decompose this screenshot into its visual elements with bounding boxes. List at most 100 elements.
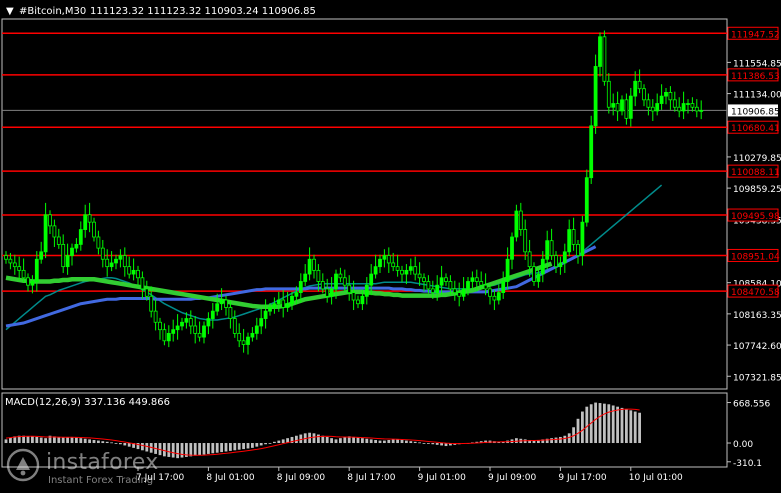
candle-body [8, 258, 13, 264]
candle-body [672, 99, 677, 108]
macd-histogram-bar [70, 436, 74, 444]
candle-body [540, 258, 545, 275]
macd-histogram-bar [620, 407, 624, 444]
candle-body [527, 251, 532, 268]
candle-body [408, 266, 413, 271]
macd-histogram-bar [638, 412, 641, 444]
candle-body [294, 292, 299, 297]
macd-histogram-bar [585, 406, 589, 444]
macd-histogram-bar [255, 443, 259, 447]
candle-body [12, 262, 17, 268]
trading-chart[interactable]: 111554.85 111134.00 110279.85 109859.25 1094… [0, 0, 781, 489]
macd-histogram-bar [97, 440, 100, 444]
candle-body [92, 221, 96, 238]
level-price-label: 108951.04 [731, 252, 780, 262]
candle-body [681, 103, 686, 112]
candle-body [655, 103, 660, 112]
macd-histogram-bar [383, 440, 386, 444]
macd-histogram-bar [61, 437, 65, 444]
macd-histogram-bar [317, 434, 320, 444]
candle-body [21, 269, 26, 279]
candle-body [426, 281, 431, 290]
candle-body [210, 310, 215, 319]
candle-body [307, 258, 312, 275]
macd-histogram-bar [281, 439, 285, 444]
candle-body [105, 258, 110, 268]
candle-body [505, 258, 510, 282]
macd-histogram-bar [202, 443, 206, 455]
candle-body [606, 80, 611, 108]
candle-body [232, 318, 237, 334]
macd-histogram-bar [264, 443, 267, 445]
macd-histogram-bar [515, 438, 518, 444]
candle-body [162, 329, 167, 342]
candle-body [281, 299, 286, 308]
macd-histogram-bar [440, 443, 443, 446]
candle-body [347, 284, 352, 294]
candle-body [628, 95, 633, 119]
macd-label: MACD(12,26,9) 337.136 449.866 [5, 397, 170, 408]
candle-body [642, 88, 646, 101]
candle-body [624, 99, 629, 119]
candle-body [483, 284, 488, 290]
macd-histogram-bar [427, 443, 430, 444]
candle-body [611, 103, 616, 108]
candle-body [664, 92, 668, 97]
candle-body [536, 273, 541, 282]
macd-histogram-bar [4, 439, 8, 444]
candle-body [202, 325, 206, 338]
candle-body [61, 244, 66, 268]
macd-histogram-bar [31, 436, 34, 444]
candle-body [206, 318, 211, 327]
candle-body [246, 336, 250, 345]
candle-body [351, 292, 356, 301]
candle-body [391, 262, 396, 268]
candle-body [479, 281, 484, 286]
candle-body [100, 247, 105, 260]
macd-histogram-bar [603, 403, 606, 444]
candle-body [342, 277, 347, 286]
candle-body [514, 210, 519, 238]
candle-body [364, 284, 369, 297]
macd-histogram-bar [581, 411, 584, 444]
macd-histogram-bar [563, 435, 567, 444]
chart-canvas[interactable]: 111554.85 111134.00 110279.85 109859.25 1094… [0, 0, 781, 489]
macd-histogram-bar [35, 436, 39, 444]
macd-histogram-bar [273, 441, 276, 444]
candle-body [356, 299, 360, 305]
candle-body [668, 92, 673, 101]
macd-histogram-bar [215, 443, 219, 453]
candle-body [237, 332, 242, 342]
macd-histogram-bar [39, 437, 43, 444]
price-tick-label: 110279.85 [733, 154, 781, 164]
candle-body [241, 340, 246, 345]
candle-body [650, 106, 655, 112]
macd-histogram-bar [413, 441, 417, 444]
candle-body [65, 255, 70, 268]
candle-body [466, 281, 470, 290]
candle-body [470, 277, 475, 282]
candle-body [118, 255, 123, 260]
candle-body [30, 281, 35, 286]
level-price-label: 108470.58 [731, 288, 780, 298]
macd-histogram-bar [598, 403, 602, 444]
candle-body [52, 225, 57, 238]
candle-body [554, 255, 558, 268]
macd-histogram-bar [334, 439, 338, 444]
macd-histogram-bar [88, 439, 91, 444]
level-price-label: 110680.41 [731, 124, 780, 134]
price-tick-label: 107321.85 [733, 373, 781, 383]
macd-histogram-bar [435, 443, 439, 445]
candle-body [329, 288, 334, 297]
instaforex-logo-icon [6, 448, 40, 482]
macd-histogram-bar [268, 443, 272, 444]
watermark-brand: instaforex [46, 450, 159, 475]
candle-body [474, 277, 479, 282]
price-tick-label: 109859.25 [733, 185, 781, 195]
macd-histogram-bar [198, 443, 201, 456]
macd-histogram-bar [554, 437, 558, 444]
macd-histogram-bar [339, 438, 342, 444]
candle-body [452, 288, 457, 294]
candle-body [646, 99, 651, 108]
candle-body [325, 288, 330, 297]
